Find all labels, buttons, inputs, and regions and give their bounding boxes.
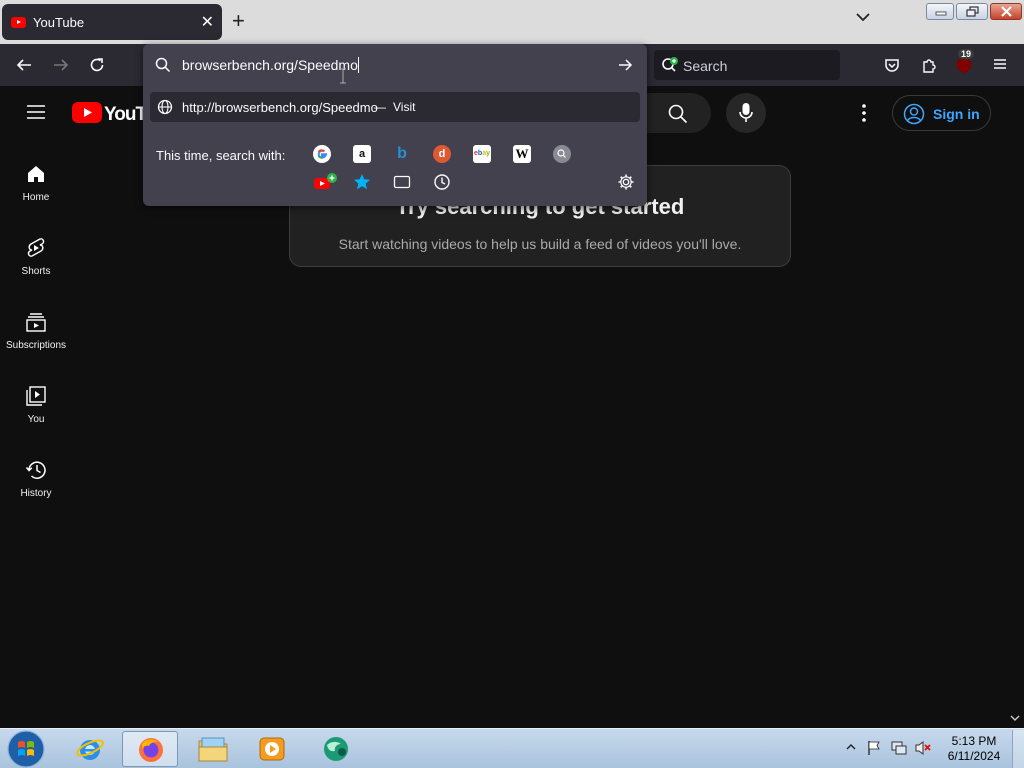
youtube-favicon-icon bbox=[11, 17, 26, 28]
close-tab-icon[interactable]: ✕ bbox=[201, 12, 214, 32]
bing-icon[interactable]: b bbox=[393, 145, 411, 163]
new-tab-button[interactable]: + bbox=[232, 10, 245, 32]
volume-muted-icon[interactable] bbox=[914, 740, 932, 756]
internet-explorer-icon bbox=[75, 734, 105, 764]
guide-label-home: Home bbox=[22, 192, 50, 203]
suggestion-url: http://browserbench.org/Speedmo bbox=[182, 100, 378, 115]
show-hidden-icons-arrow-icon[interactable] bbox=[846, 742, 856, 752]
duckduckgo-icon[interactable]: d bbox=[433, 145, 451, 163]
list-all-tabs-button[interactable] bbox=[855, 12, 871, 22]
oneoff-search-label: This time, search with: bbox=[156, 148, 286, 163]
history-icon[interactable] bbox=[433, 173, 451, 191]
window-close-button[interactable] bbox=[990, 3, 1022, 20]
empty-feed-subtitle: Start watching videos to help us build a… bbox=[338, 236, 742, 252]
tab-strip: YouTube ✕ + bbox=[0, 0, 1024, 44]
history-icon bbox=[24, 458, 48, 482]
taskbar-internet-explorer[interactable] bbox=[62, 731, 118, 767]
voice-search-button[interactable] bbox=[726, 93, 766, 133]
extensions-icon[interactable] bbox=[920, 56, 938, 74]
account-icon bbox=[903, 103, 925, 125]
taskbar-media-player[interactable] bbox=[245, 731, 301, 767]
search-placeholder: Search bbox=[683, 58, 728, 74]
tab-title: YouTube bbox=[33, 15, 85, 30]
you-icon bbox=[24, 384, 48, 408]
text-cursor-icon bbox=[339, 68, 347, 84]
suggestion-separator: — bbox=[374, 100, 386, 114]
guide-item-you[interactable]: You bbox=[0, 384, 72, 425]
search-icon bbox=[668, 104, 688, 124]
tabs-icon[interactable] bbox=[393, 174, 411, 190]
ebay-icon[interactable]: ebay bbox=[473, 145, 491, 163]
youtube-search-button[interactable] bbox=[645, 93, 711, 133]
wikipedia-icon[interactable]: W bbox=[513, 145, 531, 163]
more-options-icon[interactable] bbox=[856, 102, 872, 124]
search-icon bbox=[155, 57, 171, 73]
reload-icon[interactable] bbox=[88, 56, 106, 74]
back-arrow-icon[interactable] bbox=[15, 56, 33, 74]
sign-in-button[interactable]: Sign in bbox=[892, 95, 991, 131]
scroll-down-arrow-icon[interactable] bbox=[1010, 714, 1020, 722]
hamburger-menu-icon[interactable] bbox=[27, 104, 45, 120]
clock-time: 5:13 PM bbox=[951, 734, 997, 748]
youtube-add-icon[interactable] bbox=[314, 173, 338, 191]
guide-item-subscriptions[interactable]: Subscriptions bbox=[0, 310, 72, 351]
microphone-icon bbox=[738, 102, 754, 124]
go-arrow-icon[interactable] bbox=[617, 57, 633, 73]
guide-label-you: You bbox=[27, 414, 45, 425]
taskbar-firefox[interactable] bbox=[122, 731, 178, 767]
tab-youtube[interactable]: YouTube ✕ bbox=[2, 4, 222, 40]
urlbar-dropdown: browserbench.org/Speedmo http://browserb… bbox=[143, 44, 647, 206]
restore-button[interactable] bbox=[956, 3, 988, 20]
firefox-icon bbox=[136, 735, 166, 765]
menu-icon[interactable] bbox=[992, 56, 1008, 72]
guide-label-shorts: Shorts bbox=[21, 266, 51, 277]
guide-label-subscriptions: Subscriptions bbox=[5, 340, 67, 351]
url-input[interactable]: browserbench.org/Speedmo bbox=[143, 48, 647, 84]
action-center-flag-icon[interactable] bbox=[866, 740, 882, 756]
subscriptions-icon bbox=[24, 310, 48, 334]
sign-in-label: Sign in bbox=[933, 106, 980, 122]
guide-item-home[interactable]: Home bbox=[0, 162, 72, 203]
start-button[interactable] bbox=[6, 730, 46, 768]
globe-icon bbox=[157, 99, 173, 115]
url-suggestion-row[interactable]: http://browserbench.org/Speedmo — Visit bbox=[150, 92, 640, 122]
search-bar[interactable]: Search bbox=[654, 50, 840, 80]
pocket-icon[interactable] bbox=[883, 56, 901, 74]
url-input-text: browserbench.org/Speedmo bbox=[182, 57, 358, 73]
ublock-badge: 19 bbox=[958, 49, 975, 59]
search-engine-icon bbox=[661, 57, 679, 73]
guide-item-shorts[interactable]: Shorts bbox=[0, 236, 72, 277]
guide-item-history[interactable]: History bbox=[0, 458, 72, 499]
amazon-icon[interactable]: a bbox=[353, 145, 371, 163]
windows-taskbar: 5:13 PM 6/11/2024 bbox=[0, 728, 1024, 768]
minimize-button[interactable] bbox=[926, 3, 954, 20]
shorts-icon bbox=[24, 236, 48, 260]
show-desktop-button[interactable] bbox=[1012, 730, 1024, 768]
clock-date: 6/11/2024 bbox=[947, 749, 1001, 763]
search-settings-gear-icon[interactable] bbox=[617, 173, 635, 191]
forward-arrow-icon[interactable] bbox=[52, 56, 70, 74]
network-icon[interactable] bbox=[890, 740, 908, 756]
taskbar-file-explorer[interactable] bbox=[185, 731, 241, 767]
suggestion-action: Visit bbox=[393, 100, 416, 114]
youtube-logo[interactable]: YouTube bbox=[72, 100, 152, 126]
bookmarks-icon[interactable] bbox=[353, 173, 371, 191]
folder-icon bbox=[197, 735, 229, 763]
home-icon bbox=[24, 162, 48, 186]
app-globe-icon bbox=[321, 735, 351, 763]
google-icon[interactable] bbox=[313, 145, 331, 163]
system-clock[interactable]: 5:13 PM 6/11/2024 bbox=[940, 734, 1008, 764]
taskbar-app[interactable] bbox=[308, 731, 364, 767]
media-player-icon bbox=[257, 735, 287, 763]
guide-label-history: History bbox=[20, 488, 52, 499]
generic-search-icon[interactable] bbox=[553, 145, 571, 163]
